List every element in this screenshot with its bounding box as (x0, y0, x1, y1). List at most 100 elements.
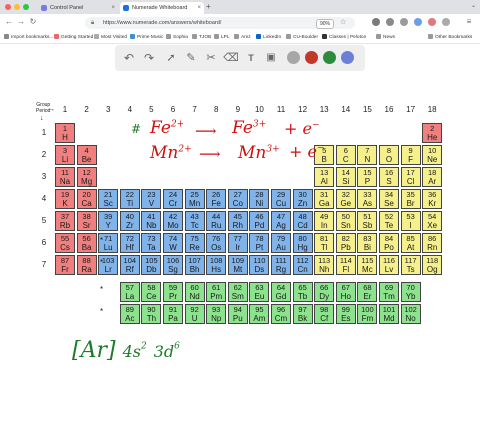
element-symbol: Nh (319, 265, 330, 274)
element-symbol: Ge (340, 199, 352, 208)
tab-control-panel[interactable]: Control Panel × (38, 2, 118, 14)
close-tab-icon[interactable]: × (197, 2, 201, 14)
extensions-icon[interactable] (442, 18, 450, 26)
element-symbol: Th (146, 314, 157, 323)
element-symbol: Bh (189, 265, 200, 274)
control-panel-favicon-icon (41, 5, 47, 11)
element-symbol: Na (59, 177, 71, 186)
forward-icon[interactable]: → (16, 17, 26, 26)
bookmark-lpl[interactable]: LPL (214, 32, 230, 43)
element-symbol: No (405, 314, 416, 323)
element-symbol: Dy (319, 292, 330, 301)
group-number: 11 (276, 105, 286, 114)
atomic-number: 25 (190, 190, 199, 199)
gray-color-swatch[interactable] (287, 51, 300, 64)
element-symbol: Nd (189, 292, 200, 301)
extension-icon[interactable] (414, 18, 422, 26)
plus-electron: + e (284, 119, 312, 138)
element-hs: 108 Hs (206, 255, 227, 275)
atomic-number: 100 (361, 305, 374, 314)
atomic-number: 35 (406, 190, 415, 199)
atomic-number: 21 (104, 190, 113, 199)
element-symbol: Nb (146, 221, 157, 230)
bookmark-amz[interactable]: Amz (234, 32, 251, 43)
element-c: 6C (335, 145, 356, 165)
new-tab-button[interactable]: + (206, 2, 211, 12)
element-k: 19 K (55, 189, 75, 209)
atomic-number: 49 (320, 212, 329, 221)
pointer-icon[interactable]: ➚ (163, 50, 179, 66)
menu-icon[interactable]: ≡ (464, 17, 474, 26)
minimize-window-icon[interactable] (14, 4, 20, 10)
config-3d: 3d (153, 342, 175, 361)
element-symbol: Sm (231, 292, 244, 301)
element-sn: 50 Sn (335, 211, 356, 231)
tab-numerade-whiteboard[interactable]: Numerade Whiteboard × (120, 2, 204, 14)
list-tabs-icon[interactable]: ⌄ (471, 2, 476, 9)
eraser-icon[interactable]: ⌫ (223, 50, 239, 66)
element-db: 105 Db (141, 255, 162, 275)
atomic-number: 41 (147, 212, 156, 221)
period-number: 3 (41, 172, 47, 181)
redo-icon[interactable]: ↷ (141, 50, 157, 66)
atomic-number: 66 (320, 283, 329, 292)
bookmark-news[interactable]: News (376, 32, 395, 43)
maximize-window-icon[interactable] (23, 4, 29, 10)
element-symbol: Eu (254, 292, 265, 301)
address-bar[interactable]: 🔒︎ https://www.numerade.com/answers/whit… (85, 17, 355, 29)
bookmark-label: Getting Started (61, 35, 94, 40)
element-rf: 104 Rf (119, 255, 140, 275)
blue-color-swatch[interactable] (341, 51, 354, 64)
element-s: 16 S (379, 167, 399, 187)
element-symbol: Lv (384, 265, 394, 274)
bookmark-cu-boulder[interactable]: CU-Boulder (286, 32, 318, 43)
element-cr: 24 Cr (163, 189, 183, 209)
pocket-icon[interactable] (372, 18, 380, 26)
element-symbol: Ru (211, 221, 222, 230)
atomic-number: 26 (212, 190, 221, 199)
close-window-icon[interactable] (5, 4, 11, 10)
atomic-number: 108 (209, 256, 223, 265)
element-symbol: Md (383, 314, 395, 323)
bookmark-sophia[interactable]: Sophia (166, 32, 188, 43)
bookmark-star-icon[interactable]: ☆ (340, 18, 346, 26)
element-symbol: Cl (406, 177, 415, 186)
element-symbol: Mt (233, 265, 243, 274)
element-symbol: O (385, 155, 393, 164)
bookmark-tjob[interactable]: TJOB (192, 32, 211, 43)
atomic-number: 112 (296, 256, 309, 265)
image-icon[interactable]: ▣ (263, 50, 279, 66)
bookmark-prime-music[interactable]: Prime Music (130, 32, 163, 43)
bookmark-other[interactable]: Other Bookmarks (428, 32, 472, 43)
tools-icon[interactable]: ✂ (203, 50, 219, 66)
hash-mark: # (131, 122, 142, 136)
bookmark-import[interactable]: Import bookmarks... (4, 32, 53, 43)
atomic-number: 116 (383, 256, 395, 265)
red-color-swatch[interactable] (305, 51, 318, 64)
element-symbol: Po (384, 243, 394, 252)
text-icon[interactable]: T (243, 50, 259, 66)
zoom-level[interactable]: 90% (316, 19, 335, 29)
bookmark-getting-started[interactable]: Getting Started (54, 32, 93, 43)
green-color-swatch[interactable] (323, 51, 336, 64)
bookmark-linkedin[interactable]: LinkedIn (256, 32, 281, 43)
downloads-icon[interactable] (386, 18, 394, 26)
undo-icon[interactable]: ↶ (121, 50, 137, 66)
pen-icon[interactable]: ✎ (183, 50, 199, 66)
bookmark-most-visited[interactable]: Most Visited (94, 32, 127, 43)
element-symbol: Fe (211, 199, 221, 208)
account-icon[interactable] (400, 18, 408, 26)
atomic-number: 94 (233, 305, 242, 314)
config-3d-exponent: 6 (174, 341, 180, 352)
extension-icon[interactable] (428, 18, 436, 26)
back-icon[interactable]: ← (4, 17, 14, 26)
close-tab-icon[interactable]: × (111, 2, 115, 14)
element-symbol: Sr (82, 221, 91, 230)
element-symbol: Ti (126, 199, 133, 208)
bookmark-peloton[interactable]: Classes | Peloton (322, 32, 366, 43)
element-bk: 97 Bk (292, 304, 313, 324)
reload-icon[interactable]: ↻ (28, 17, 38, 26)
element-symbol: Ba (81, 243, 92, 252)
element-symbol: Ga (318, 199, 330, 208)
element-ca: 20 Ca (76, 189, 97, 209)
